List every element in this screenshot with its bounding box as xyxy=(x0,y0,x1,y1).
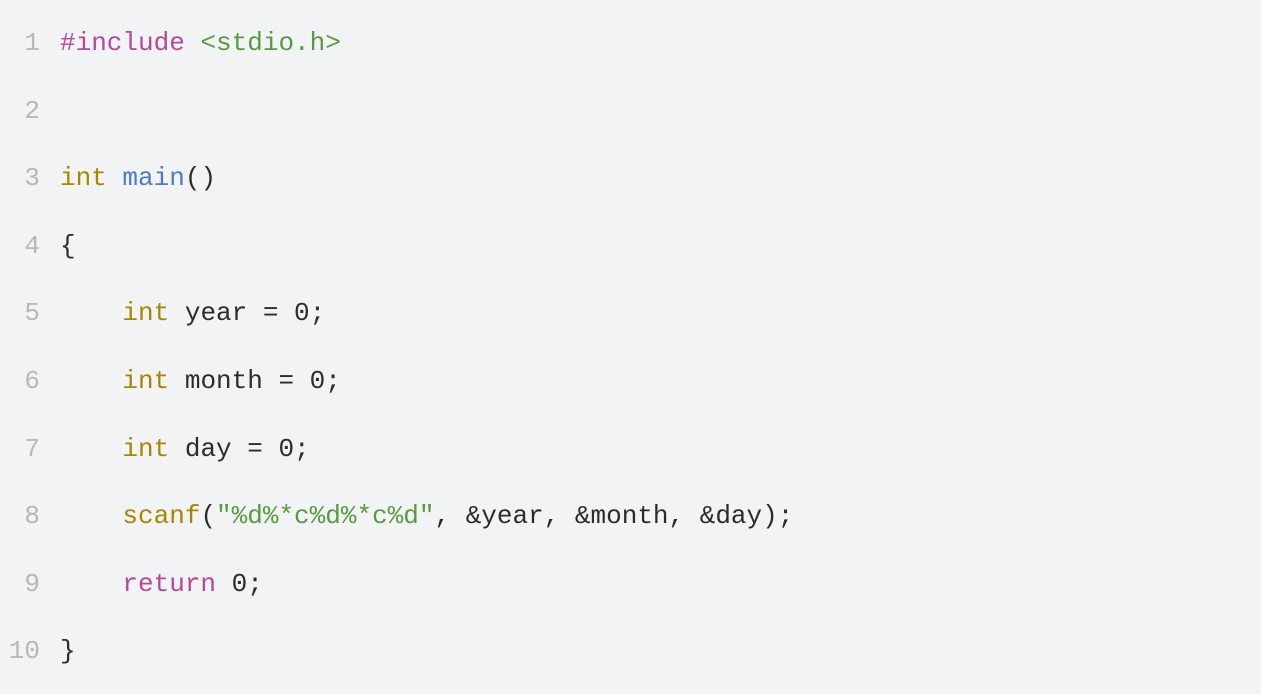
space-token xyxy=(107,163,123,193)
function-name-token: main xyxy=(122,163,184,193)
code-line-1: 1 #include <stdio.h> xyxy=(0,10,1261,78)
code-content: { xyxy=(60,213,76,281)
code-block: 1 #include <stdio.h> 2 3 int main() 4 { … xyxy=(0,10,1261,686)
code-line-7: 7 int day = 0; xyxy=(0,416,1261,484)
line-number: 7 xyxy=(0,416,60,484)
include-path-token: <stdio.h> xyxy=(200,28,340,58)
keyword-token: int xyxy=(122,434,169,464)
indent-token xyxy=(60,366,122,396)
code-content: } xyxy=(60,618,76,686)
keyword-token: int xyxy=(60,163,107,193)
brace-token: } xyxy=(60,636,76,666)
indent-token xyxy=(60,501,122,531)
line-number: 10 xyxy=(0,618,60,686)
code-line-3: 3 int main() xyxy=(0,145,1261,213)
code-line-6: 6 int month = 0; xyxy=(0,348,1261,416)
line-number: 4 xyxy=(0,213,60,281)
indent-token xyxy=(60,569,122,599)
punctuation-token: () xyxy=(185,163,216,193)
code-line-8: 8 scanf("%d%*c%d%*c%d", &year, &month, &… xyxy=(0,483,1261,551)
code-line-5: 5 int year = 0; xyxy=(0,280,1261,348)
line-number: 3 xyxy=(0,145,60,213)
code-content: int main() xyxy=(60,145,216,213)
line-number: 5 xyxy=(0,280,60,348)
function-call-token: scanf xyxy=(122,501,200,531)
indent-token xyxy=(60,434,122,464)
code-content: int day = 0; xyxy=(60,416,310,484)
line-number: 2 xyxy=(0,78,60,146)
line-number: 1 xyxy=(0,10,60,78)
brace-token: { xyxy=(60,231,76,261)
code-line-9: 9 return 0; xyxy=(0,551,1261,619)
line-number: 9 xyxy=(0,551,60,619)
identifier-token: day = 0; xyxy=(169,434,309,464)
identifier-token: , &year, &month, &day); xyxy=(434,501,793,531)
code-content: int month = 0; xyxy=(60,348,341,416)
line-number: 6 xyxy=(0,348,60,416)
identifier-token: 0; xyxy=(216,569,263,599)
line-number: 8 xyxy=(0,483,60,551)
punctuation-token: ( xyxy=(200,501,216,531)
code-content: scanf("%d%*c%d%*c%d", &year, &month, &da… xyxy=(60,483,793,551)
identifier-token: year = 0; xyxy=(169,298,325,328)
space-token xyxy=(185,28,201,58)
string-token: "%d%*c%d%*c%d" xyxy=(216,501,434,531)
keyword-token: int xyxy=(122,366,169,396)
code-line-2: 2 xyxy=(0,78,1261,146)
indent-token xyxy=(60,298,122,328)
code-content: int year = 0; xyxy=(60,280,325,348)
code-line-10: 10 } xyxy=(0,618,1261,686)
code-content: return 0; xyxy=(60,551,263,619)
code-content: #include <stdio.h> xyxy=(60,10,341,78)
code-line-4: 4 { xyxy=(0,213,1261,281)
preprocessor-token: #include xyxy=(60,28,185,58)
return-keyword-token: return xyxy=(122,569,216,599)
keyword-token: int xyxy=(122,298,169,328)
identifier-token: month = 0; xyxy=(169,366,341,396)
